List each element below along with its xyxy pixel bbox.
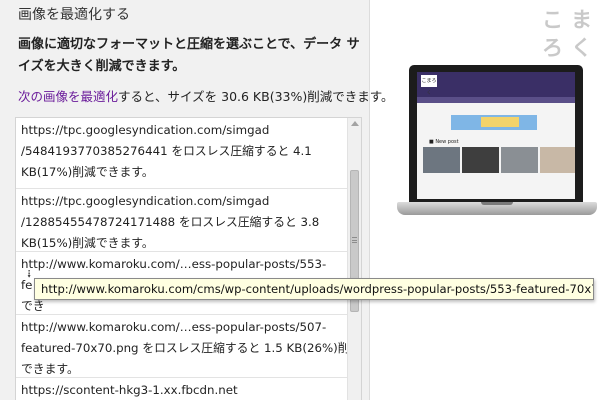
screen-nav bbox=[417, 97, 575, 103]
laptop-lid: こまろく ■ New post bbox=[409, 65, 583, 202]
divider bbox=[16, 188, 348, 189]
laptop-notch bbox=[481, 202, 513, 205]
logo-char: く bbox=[571, 36, 592, 60]
screen-logo: こまろく bbox=[421, 75, 437, 96]
logo-char: ろ bbox=[542, 36, 563, 60]
post-thumbnail bbox=[540, 147, 575, 173]
logo-char: ま bbox=[571, 8, 592, 32]
resource-detail: /5484193770385276441 をロスレス圧縮すると 4.1 bbox=[21, 144, 312, 158]
resource-detail: KB(17%)削減できます。 bbox=[21, 165, 154, 179]
pagespeed-panel: 画像を最適化する 画像に適切なフォーマットと圧縮を選ぶことで、データ サイズを大… bbox=[0, 0, 393, 400]
optimize-images-link[interactable]: 次の画像を最適化 bbox=[18, 89, 118, 104]
url-tooltip: http://www.komaroku.com/cms/wp-content/u… bbox=[34, 278, 594, 300]
section-title: 画像を最適化する bbox=[18, 7, 130, 23]
resource-detail: featured-70x70.png をロスレス圧縮すると 1.5 KB(26%… bbox=[21, 341, 362, 355]
screen-header: こまろく bbox=[417, 72, 575, 97]
divider bbox=[16, 314, 348, 315]
banner-accent bbox=[481, 117, 519, 127]
resource-url: https://tpc.googlesyndication.com/simgad bbox=[21, 123, 270, 137]
savings-text: すると、サイズを 30.6 KB(33%)削減できます。 bbox=[118, 89, 394, 104]
laptop-screenshot: こまろく ■ New post bbox=[397, 65, 597, 225]
resource-detail: /12885455478724171488 をロスレス圧縮すると 3.8 bbox=[21, 215, 320, 229]
list-item: https://tpc.googlesyndication.com/simgad… bbox=[21, 120, 341, 186]
divider bbox=[16, 251, 348, 252]
divider bbox=[16, 377, 348, 378]
post-thumbnail bbox=[462, 147, 499, 173]
logo-char: こ bbox=[542, 8, 563, 32]
list-item: https://tpc.googlesyndication.com/simgad… bbox=[21, 191, 341, 257]
resource-url: https://tpc.googlesyndication.com/simgad bbox=[21, 194, 270, 208]
resource-url: https://scontent-hkg3-1.xx.fbcdn.net bbox=[21, 383, 238, 397]
screen-banner bbox=[451, 115, 537, 130]
mouse-pointer-icon: ⭭ bbox=[27, 267, 32, 281]
arrow-up-icon[interactable] bbox=[351, 121, 359, 126]
screen-heading: ■ New post bbox=[429, 139, 459, 145]
resource-url: http://www.komaroku.com/…ess-popular-pos… bbox=[21, 257, 327, 271]
resource-url: http://www.komaroku.com/…ess-popular-pos… bbox=[21, 320, 327, 334]
list-item: https://scontent-hkg3-1.xx.fbcdn.net bbox=[21, 380, 341, 400]
post-thumbnail bbox=[423, 147, 460, 173]
vertical-scrollbar[interactable] bbox=[347, 118, 361, 400]
savings-line: 次の画像を最適化すると、サイズを 30.6 KB(33%)削減できます。 bbox=[18, 88, 393, 106]
summary-text: 画像に適切なフォーマットと圧縮を選ぶことで、データ サイズを大きく削減できます。 bbox=[18, 37, 360, 74]
brand-logo: こ ま ろ く bbox=[538, 6, 596, 62]
grip-icon bbox=[352, 237, 357, 243]
post-thumbnail bbox=[501, 147, 538, 173]
laptop-screen: こまろく ■ New post bbox=[417, 72, 575, 199]
resource-list[interactable]: https://tpc.googlesyndication.com/simgad… bbox=[15, 117, 362, 400]
list-item: http://www.komaroku.com/…ess-popular-pos… bbox=[21, 317, 362, 383]
